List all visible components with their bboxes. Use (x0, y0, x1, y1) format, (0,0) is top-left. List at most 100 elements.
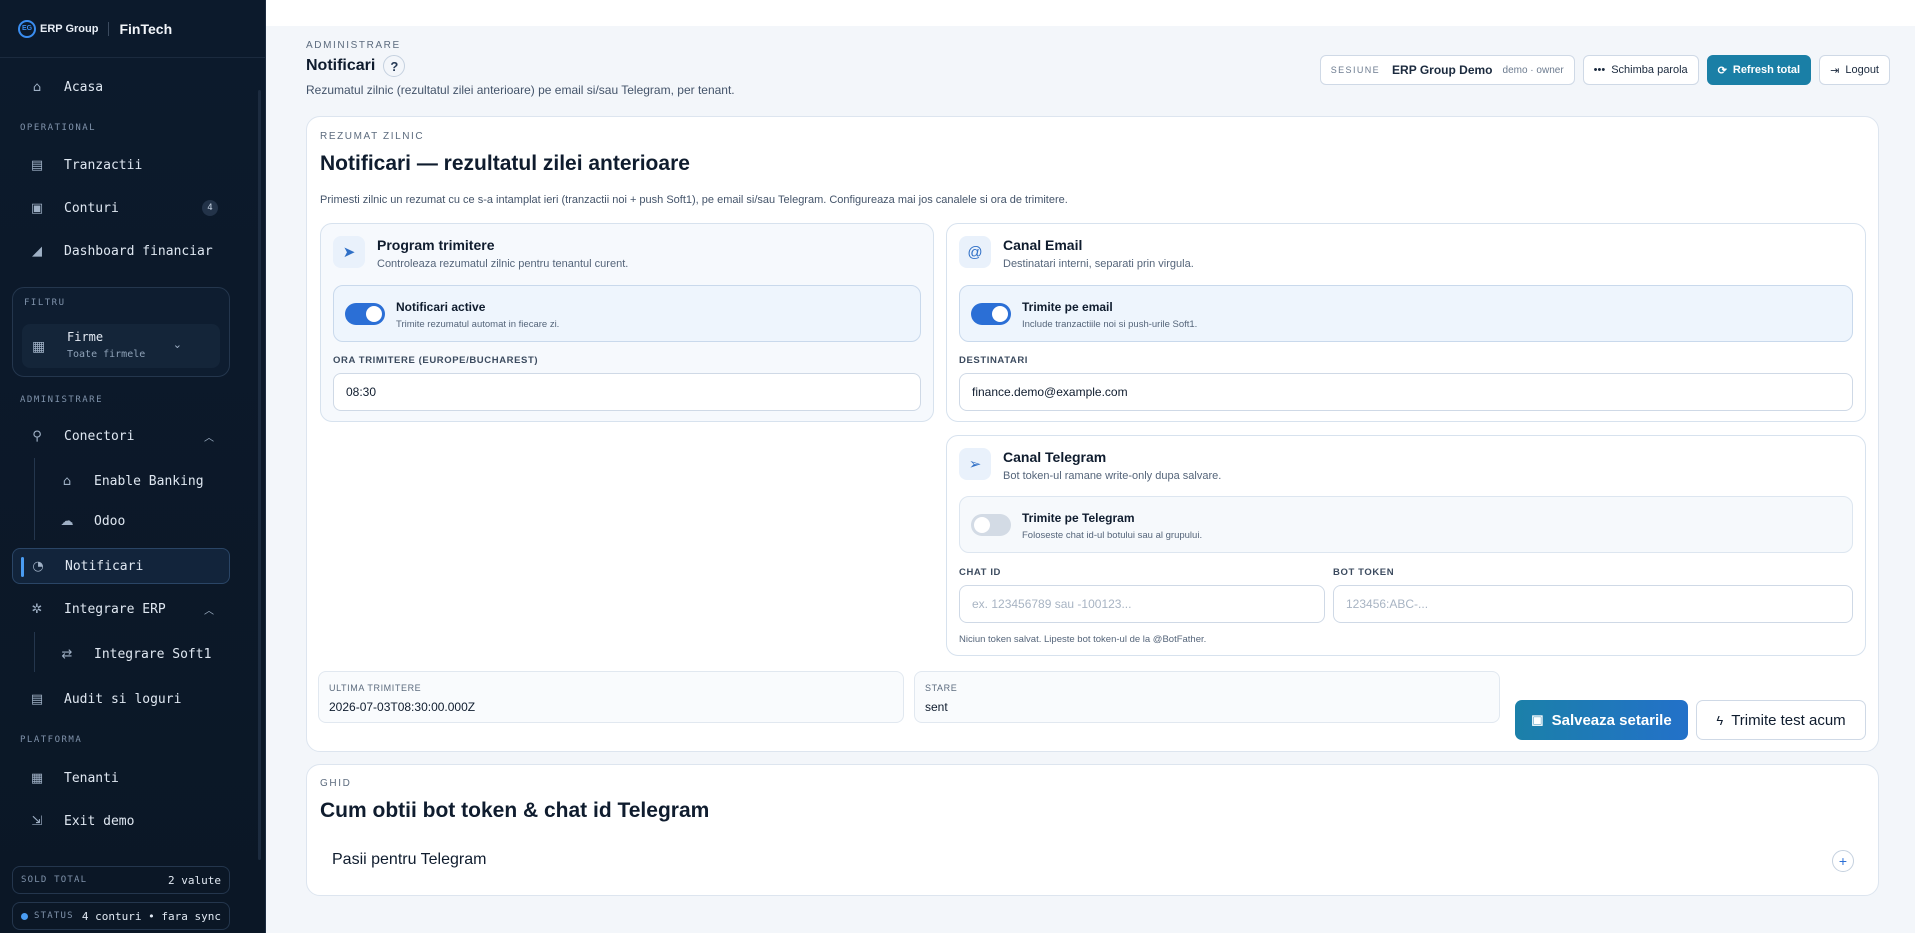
page-subtitle: Rezumatul zilnic (rezultatul zilei anter… (306, 83, 735, 97)
sidebar-item-conturi[interactable]: ▣ Conturi 4 (12, 190, 230, 226)
recipients-label: DESTINATARI (959, 355, 1029, 366)
sidebar-item-label: Integrare ERP (64, 601, 166, 617)
send-time-input[interactable] (333, 373, 921, 411)
status-value: 4 conturi • fara sync (81, 909, 221, 923)
change-password-label: Schimba parola (1611, 64, 1688, 76)
receipt-icon: ▤ (30, 157, 44, 173)
page-title-row: Notificari ? (306, 55, 735, 77)
sidebar-item-label: Audit si loguri (64, 691, 182, 707)
telegram-title: Canal Telegram (1003, 449, 1107, 465)
toggle-subtitle: Trimite rezumatul automat in fiecare zi. (396, 319, 560, 330)
chart-icon: ◢ (32, 243, 42, 259)
chevron-up-icon: ︿ (204, 605, 214, 617)
telegram-channel-panel: ➢ Canal Telegram Bot token-ul ramane wri… (946, 435, 1866, 656)
cloud-icon: ☁ (60, 513, 74, 529)
guide-title: Cum obtii bot token & chat id Telegram (320, 799, 710, 822)
state-value: sent (925, 700, 948, 714)
recipients-input[interactable] (959, 373, 1853, 411)
brand-product: FinTech (119, 20, 173, 37)
sidebar-item-dashboard[interactable]: ◢ Dashboard financiar (12, 233, 230, 269)
sidebar-scrollbar[interactable] (258, 90, 261, 860)
plug-icon: ⚲ (32, 428, 42, 444)
sidebar-item-integrare-soft1[interactable]: ⇄ Integrare Soft1 (42, 636, 230, 672)
sidebar-item-label: Conectori (64, 428, 135, 444)
chevron-down-icon: ⌄ (172, 339, 182, 351)
brand: EG ERP Group FinTech (0, 0, 265, 58)
toggle-title: Notificari active (396, 300, 486, 314)
bell-icon: ◔ (32, 558, 44, 574)
schedule-panel: ➤ Program trimitere Controleaza rezumatu… (320, 223, 934, 422)
last-sent-stat: ULTIMA TRIMITERE 2026-07-03T08:30:00.000… (318, 671, 904, 723)
send-email-toggle[interactable] (971, 303, 1011, 325)
page-title: Notificari (306, 57, 376, 74)
change-password-button[interactable]: ••• Schimba parola (1582, 55, 1699, 85)
logout-label: Logout (1845, 64, 1879, 76)
top-strip (266, 0, 1915, 26)
submenu-guide (34, 632, 35, 672)
send-test-button[interactable]: ϟ Trimite test acum (1696, 700, 1866, 740)
email-channel-panel: @ Canal Email Destinatari interni, separ… (946, 223, 1866, 422)
email-title: Canal Email (1003, 237, 1083, 253)
toggle-subtitle: Include tranzactiile noi si push-urile S… (1022, 319, 1198, 330)
bot-token-input[interactable] (1333, 585, 1853, 623)
sidebar-item-label: Enable Banking (94, 473, 204, 489)
total-balance-box: SOLD TOTAL 2 valute (12, 866, 230, 894)
page-header: ADMINISTRARE Notificari ? Rezumatul ziln… (306, 40, 735, 97)
schedule-title: Program trimitere (377, 237, 495, 253)
brand-name: ERP Group (40, 22, 99, 35)
state-label: STARE (925, 683, 958, 693)
logout-icon: ⇥ (1830, 64, 1840, 77)
expand-plus-icon[interactable]: + (1832, 850, 1854, 872)
send-telegram-box: Trimite pe Telegram Foloseste chat id-ul… (959, 496, 1853, 553)
status-label-text: STATUS (34, 911, 74, 921)
home-icon: ⌂ (32, 79, 42, 95)
sidebar-item-acasa[interactable]: ⌂ Acasa (12, 69, 230, 105)
session-chip: SESIUNE ERP Group Demo demo · owner (1319, 55, 1575, 85)
chat-id-input[interactable] (959, 585, 1325, 623)
ledger-icon: ▣ (30, 200, 44, 216)
save-settings-button[interactable]: ▣ Salveaza setarile (1515, 700, 1688, 740)
sidebar-item-odoo[interactable]: ☁ Odoo (42, 503, 230, 539)
refresh-button[interactable]: ⟳ Refresh total (1706, 55, 1812, 85)
swap-icon: ⇄ (61, 646, 73, 662)
chat-id-label: CHAT ID (959, 567, 1002, 578)
status-dot-icon (21, 912, 28, 920)
lightning-icon: ϟ (1716, 712, 1724, 728)
sidebar-item-conectori[interactable]: ⚲ Conectori ︿ (12, 418, 230, 454)
guide-eyebrow: GHID (320, 778, 352, 789)
toggle-subtitle: Foloseste chat id-ul botului sau al grup… (1022, 530, 1203, 541)
sidebar-item-integrare-erp[interactable]: ✲ Integrare ERP ︿ (12, 591, 230, 627)
brand-logo: EG (18, 19, 36, 38)
filter-title: Firme (67, 330, 104, 344)
sidebar-item-audit[interactable]: ▤ Audit si loguri (12, 681, 230, 717)
sidebar-item-label: Acasa (64, 79, 104, 95)
notifications-active-toggle[interactable] (345, 303, 385, 325)
telegram-subtitle: Bot token-ul ramane write-only dupa salv… (1003, 470, 1222, 482)
accordion-telegram-steps[interactable]: Pasii pentru Telegram (332, 851, 486, 869)
header-eyebrow: ADMINISTRARE (306, 40, 401, 51)
help-icon[interactable]: ? (383, 55, 406, 77)
send-test-label: Trimite test acum (1731, 711, 1846, 729)
at-icon: @ (959, 236, 991, 268)
log-icon: ▤ (30, 691, 44, 707)
count-badge: 4 (202, 200, 218, 216)
sidebar-item-exit-demo[interactable]: ⇲ Exit demo (12, 803, 230, 839)
sidebar-item-notificari[interactable]: ◔ Notificari (12, 548, 230, 584)
sidebar-item-tranzactii[interactable]: ▤ Tranzactii (12, 147, 230, 183)
send-telegram-toggle[interactable] (971, 514, 1011, 536)
logout-button[interactable]: ⇥ Logout (1819, 55, 1890, 85)
card-intro: Primesti zilnic un rezumat cu ce s-a int… (320, 194, 1068, 206)
session-label: SESIUNE (1330, 65, 1381, 75)
section-platforma: PLATFORMA (20, 735, 83, 745)
last-sent-value: 2026-07-03T08:30:00.000Z (329, 700, 476, 714)
company-filter-select[interactable]: ▦ Firme Toate firmele ⌄ (22, 324, 220, 368)
telegram-guide-card: GHID Cum obtii bot token & chat id Teleg… (306, 764, 1879, 896)
filter-value: Toate firmele (67, 349, 146, 360)
exit-icon: ⇲ (31, 813, 43, 829)
sidebar-item-enable-banking[interactable]: ⌂ Enable Banking (42, 463, 230, 499)
daily-summary-card: REZUMAT ZILNIC Notificari — rezultatul z… (306, 116, 1879, 752)
sidebar-item-label: Exit demo (64, 813, 135, 829)
sidebar-item-tenanti[interactable]: ▦ Tenanti (12, 760, 230, 796)
password-dots-icon: ••• (1593, 64, 1606, 76)
total-balance-label: SOLD TOTAL (21, 875, 88, 885)
